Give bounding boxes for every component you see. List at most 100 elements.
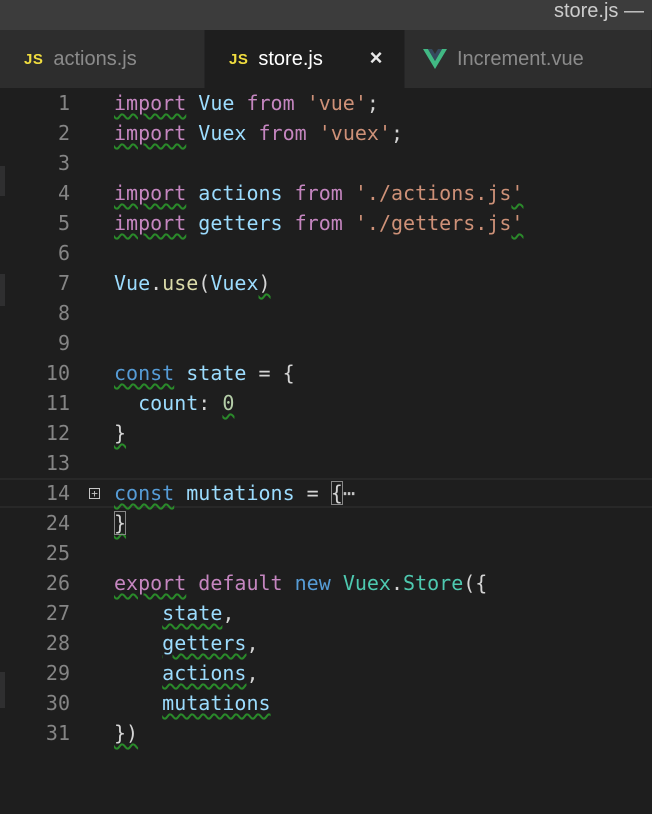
line-number: 27 <box>45 601 70 625</box>
code-token: const <box>114 481 175 505</box>
code-token: : <box>198 391 223 415</box>
tab-label: store.js <box>258 47 323 70</box>
line-number: 26 <box>45 571 70 595</box>
code-token: { <box>330 481 343 505</box>
code-line[interactable]: 11 count: 0 <box>0 388 652 418</box>
code-line[interactable]: 27 state, <box>0 598 652 628</box>
code-text: count: 0 <box>114 388 234 418</box>
code-line[interactable]: 9 <box>0 328 652 358</box>
code-line[interactable]: 2 import Vuex from 'vuex'; <box>0 118 652 148</box>
close-tab-icon[interactable]: × <box>366 47 386 69</box>
line-number: 7 <box>57 271 70 295</box>
code-text: const state = { <box>114 358 295 388</box>
code-line[interactable]: 25 <box>0 538 652 568</box>
code-token: 'vue' <box>306 91 367 115</box>
code-token: getters <box>162 631 247 655</box>
code-text: import getters from './getters.js' <box>114 208 523 238</box>
code-line[interactable]: 28 getters, <box>0 628 652 658</box>
code-token: . <box>150 271 163 295</box>
line-number: 28 <box>45 631 70 655</box>
code-line[interactable]: 24} <box>0 508 652 538</box>
code-line[interactable]: 1 import Vue from 'vue'; <box>0 88 652 118</box>
expand-fold-icon[interactable]: + <box>89 488 100 499</box>
code-line[interactable]: 29 actions, <box>0 658 652 688</box>
tab-store-js[interactable]: JS store.js × <box>205 30 405 88</box>
line-number: 8 <box>57 301 70 325</box>
line-number: 5 <box>57 211 70 235</box>
line-number: 31 <box>45 721 70 745</box>
code-token: 'vuex' <box>318 121 391 145</box>
code-token: Vuex <box>198 121 247 145</box>
code-text: import actions from './actions.js' <box>114 178 523 208</box>
code-line[interactable]: 7 Vue.use(Vuex) <box>0 268 652 298</box>
tab-label: Increment.vue <box>457 47 584 70</box>
code-token: ({ <box>463 571 488 595</box>
code-token: , <box>246 631 259 655</box>
code-token: import <box>114 211 187 235</box>
code-token: export <box>114 571 187 595</box>
code-token: './getters.js <box>354 211 512 235</box>
code-token: from <box>294 211 343 235</box>
code-line[interactable]: 12} <box>0 418 652 448</box>
code-token: state <box>186 361 247 385</box>
tab-increment-vue[interactable]: Increment.vue <box>405 30 652 88</box>
code-line[interactable]: 4 import actions from './actions.js' <box>0 178 652 208</box>
line-number: 29 <box>45 661 70 685</box>
code-line[interactable]: 6 <box>0 238 652 268</box>
code-token: from <box>258 121 307 145</box>
code-text: getters, <box>114 628 259 658</box>
code-line[interactable]: 30 mutations <box>0 688 652 718</box>
code-editor[interactable]: 1 import Vue from 'vue'; 2 import Vuex from… <box>0 88 652 814</box>
code-token: ' <box>511 181 524 205</box>
js-file-icon: JS <box>229 50 249 68</box>
code-token: default <box>198 571 283 595</box>
code-token: from <box>294 181 343 205</box>
code-token: './actions.js <box>354 181 512 205</box>
code-token: , <box>246 661 259 685</box>
code-line[interactable]: 3 <box>0 148 652 178</box>
code-text: export default new Vuex.Store({ <box>114 568 487 598</box>
code-line[interactable]: 10 const state = { <box>0 358 652 388</box>
code-line[interactable]: 13 <box>0 448 652 478</box>
code-token: . <box>390 571 404 595</box>
code-token: 0 <box>222 391 235 415</box>
code-token: from <box>246 91 295 115</box>
code-line[interactable]: 14 + const mutations = {⋯ <box>0 478 652 508</box>
code-line[interactable]: 8 <box>0 298 652 328</box>
code-token: Store <box>403 571 464 595</box>
code-token: mutations <box>186 481 295 505</box>
line-number: 12 <box>45 421 70 445</box>
code-text: import Vuex from 'vuex'; <box>114 118 403 148</box>
code-token: ; <box>366 91 379 115</box>
tab-actions-js[interactable]: JS actions.js <box>0 30 205 88</box>
code-token: = { <box>246 361 295 385</box>
code-token: new <box>294 571 331 595</box>
line-number: 11 <box>45 391 70 415</box>
code-token: ⋯ <box>342 481 355 505</box>
code-token: , <box>222 601 235 625</box>
code-line[interactable]: 26 export default new Vuex.Store({ <box>0 568 652 598</box>
line-number: 2 <box>57 121 70 145</box>
code-token: getters <box>198 211 283 235</box>
code-token: Vue <box>198 91 235 115</box>
code-line[interactable]: 5 import getters from './getters.js' <box>0 208 652 238</box>
code-token: const <box>114 361 175 385</box>
code-line[interactable]: 31}) <box>0 718 652 748</box>
code-token: mutations <box>162 691 271 715</box>
